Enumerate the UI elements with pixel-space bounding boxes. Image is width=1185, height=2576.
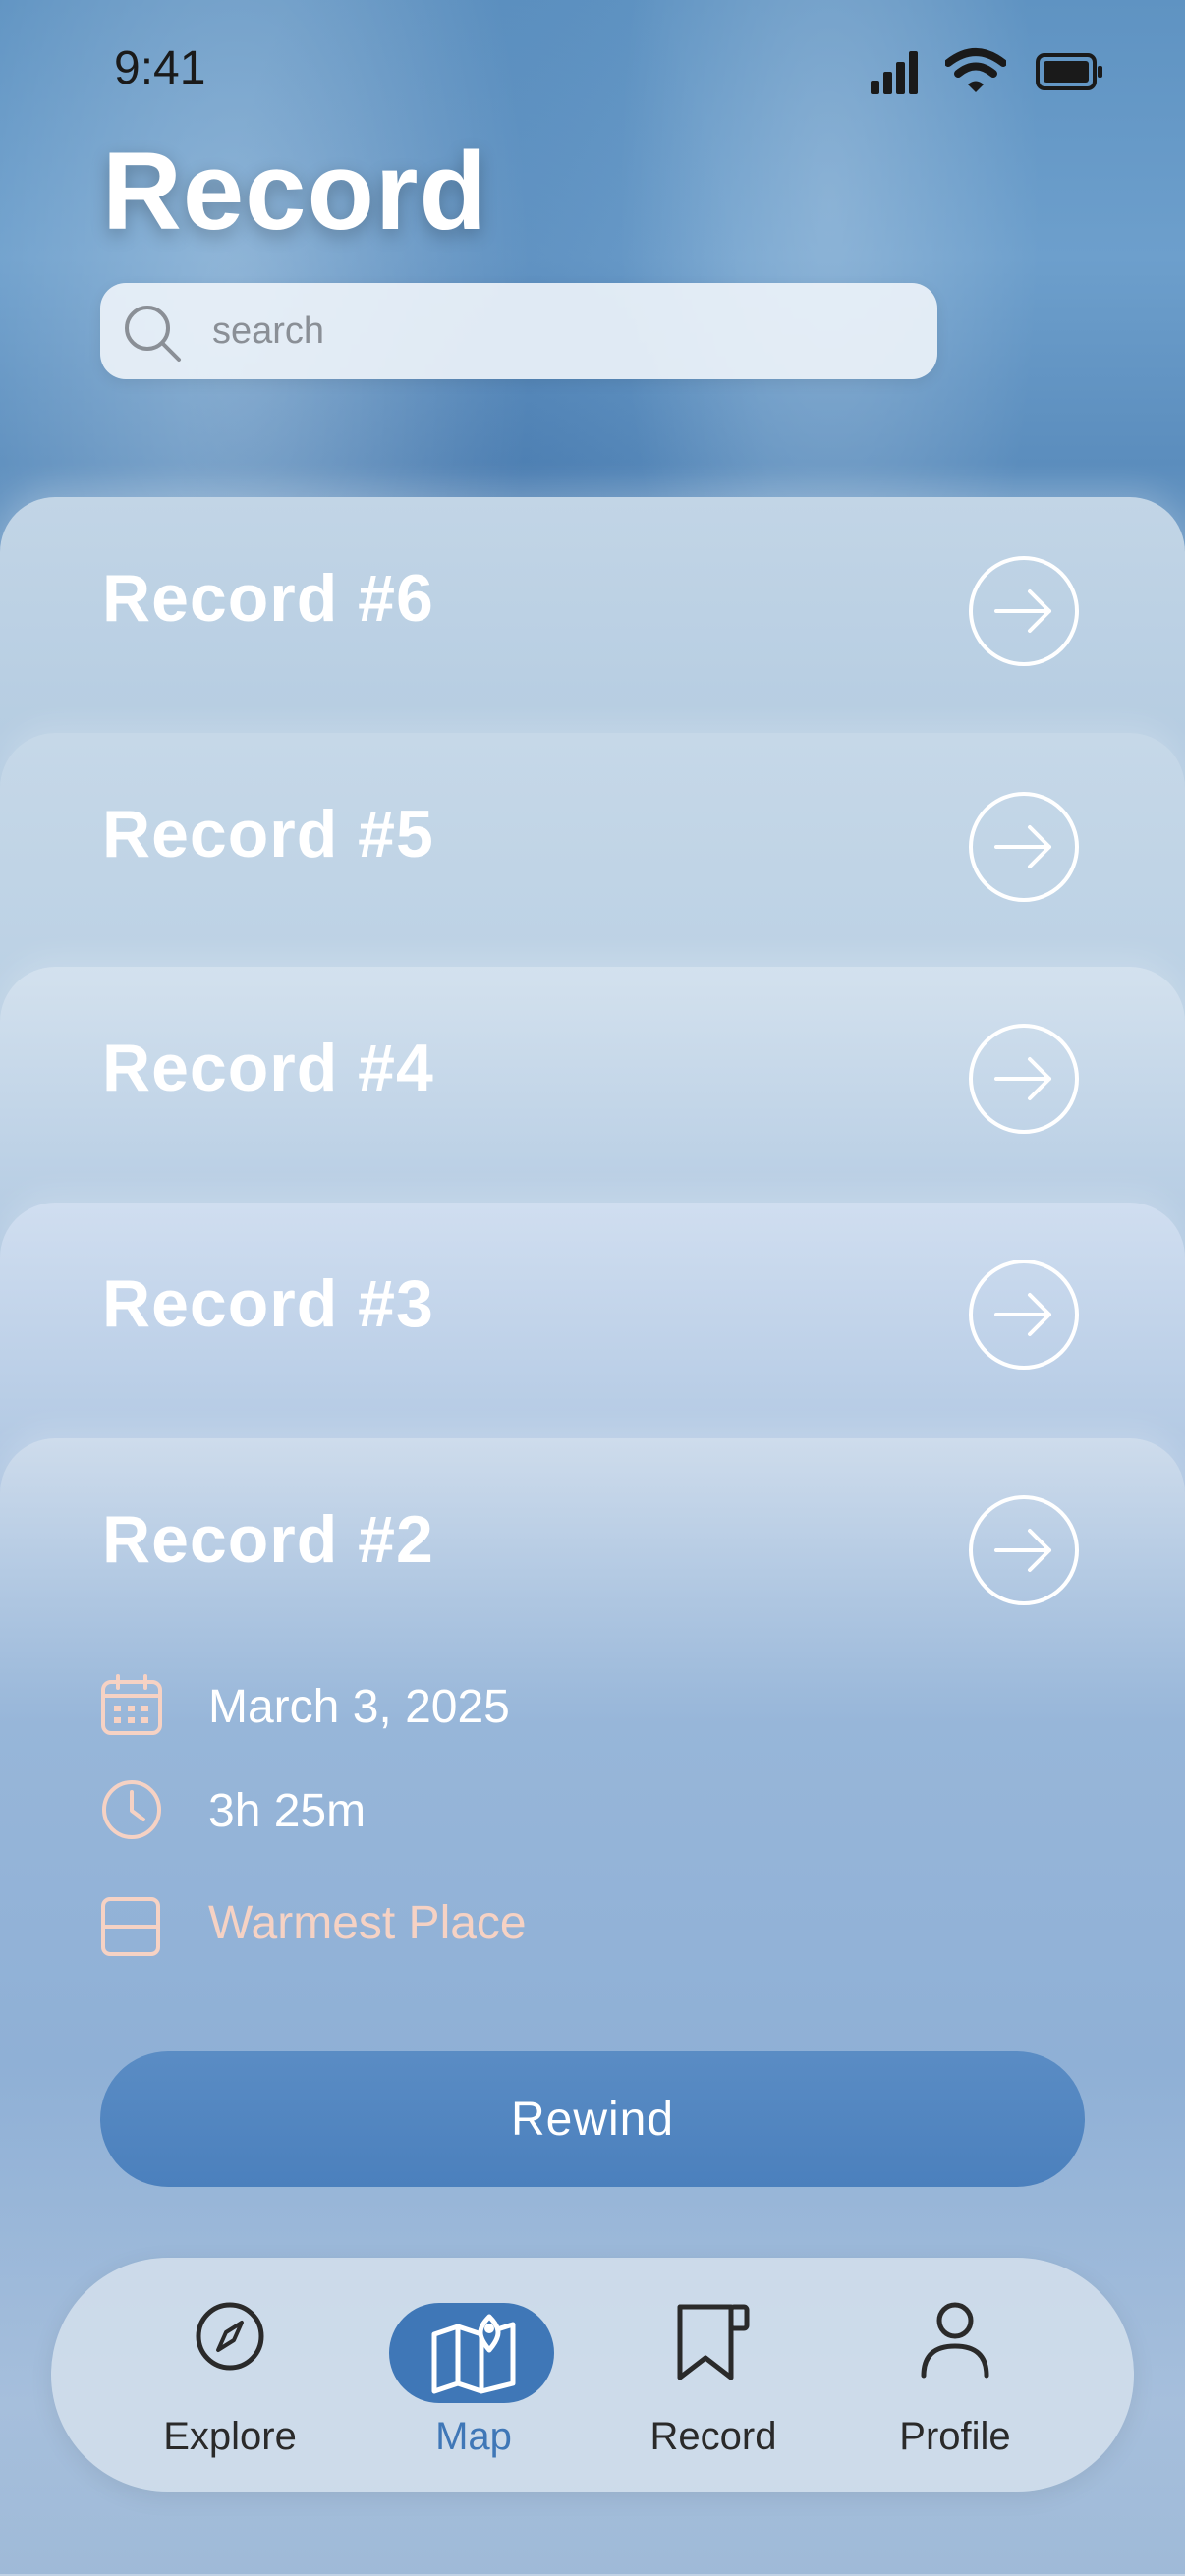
map-pin-icon — [431, 2314, 516, 2394]
page-title: Record — [102, 130, 487, 252]
nav-label: Profile — [899, 2415, 1011, 2458]
record-date: March 3, 2025 — [208, 1681, 510, 1733]
arrow-right-icon — [994, 1529, 1051, 1572]
open-record-button[interactable] — [969, 792, 1079, 902]
search-input[interactable] — [210, 301, 902, 362]
open-record-button[interactable] — [969, 1495, 1079, 1605]
record-title: Record #4 — [102, 1031, 434, 1105]
nav-item-record[interactable]: Record — [615, 2258, 812, 2492]
rewind-button[interactable]: Rewind — [100, 2051, 1085, 2187]
compass-icon — [196, 2302, 264, 2371]
record-title: Record #3 — [102, 1266, 434, 1341]
record-title: Record #2 — [102, 1502, 434, 1577]
cellular-signal-icon — [871, 51, 918, 94]
clock-icon — [102, 1780, 161, 1839]
layout-split-icon — [101, 1897, 160, 1956]
open-record-button[interactable] — [969, 1024, 1079, 1134]
record-duration: 3h 25m — [208, 1785, 367, 1837]
nav-label: Record — [649, 2415, 777, 2458]
bottom-nav: Explore Map Record Profile — [51, 2258, 1134, 2492]
open-record-button[interactable] — [969, 1260, 1079, 1370]
search-icon — [125, 306, 181, 362]
record-place: Warmest Place — [208, 1897, 527, 1949]
search-bar[interactable] — [100, 283, 937, 379]
arrow-right-icon — [994, 1293, 1051, 1336]
status-time: 9:41 — [114, 42, 206, 94]
record-title: Record #5 — [102, 797, 434, 871]
bookmark-icon — [677, 2304, 750, 2380]
open-record-button[interactable] — [969, 556, 1079, 666]
wifi-icon — [945, 48, 1006, 92]
arrow-right-icon — [994, 825, 1051, 868]
nav-item-map[interactable]: Map — [375, 2258, 572, 2492]
calendar-icon — [101, 1674, 162, 1735]
status-bar: 9:41 — [0, 0, 1185, 138]
person-icon — [921, 2302, 989, 2379]
nav-label: Map — [435, 2415, 512, 2458]
arrow-right-icon — [994, 1057, 1051, 1100]
nav-item-explore[interactable]: Explore — [132, 2258, 328, 2492]
battery-icon — [1036, 53, 1102, 90]
arrow-right-icon — [994, 589, 1051, 633]
nav-label: Explore — [163, 2415, 297, 2458]
record-title: Record #6 — [102, 561, 434, 636]
nav-item-profile[interactable]: Profile — [857, 2258, 1053, 2492]
